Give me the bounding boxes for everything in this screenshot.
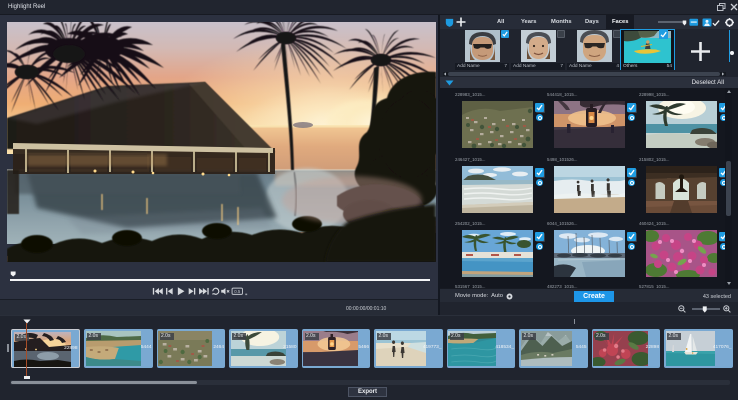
svg-text:0.5: 0.5 (234, 289, 241, 294)
